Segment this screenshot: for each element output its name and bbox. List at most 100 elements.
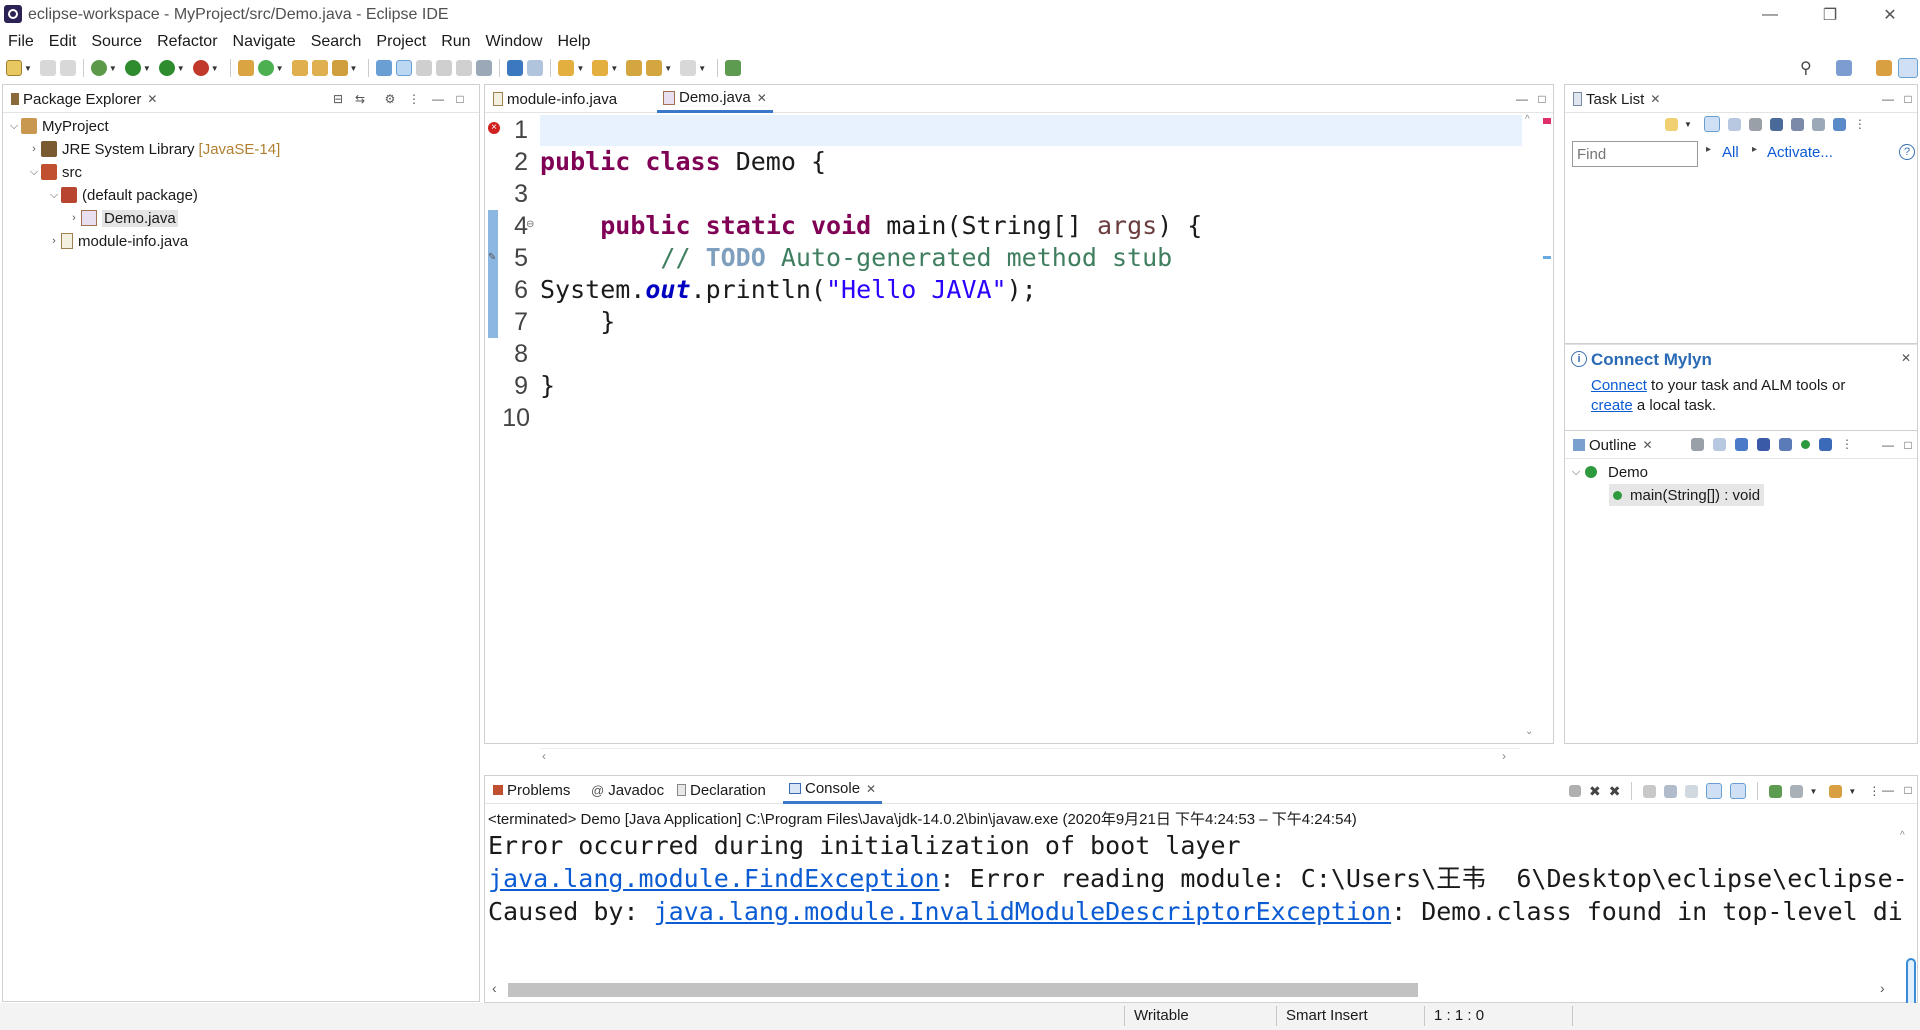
open-perspective-icon[interactable] bbox=[1836, 60, 1852, 76]
search-tool-icon[interactable] bbox=[331, 60, 348, 76]
hide-completed-icon[interactable] bbox=[1769, 117, 1783, 131]
filters-icon[interactable]: ⚙ bbox=[383, 92, 397, 106]
hide-local-types-icon[interactable] bbox=[1819, 437, 1832, 451]
sort-icon[interactable] bbox=[1713, 437, 1726, 451]
create-link[interactable]: create bbox=[1591, 397, 1633, 414]
tree-item-project[interactable]: ⌵ MyProject bbox=[7, 115, 109, 137]
external-tools-icon[interactable] bbox=[192, 60, 209, 76]
minimize-view-icon[interactable]: — bbox=[1881, 92, 1895, 106]
expanded-chevron-icon[interactable]: ⌵ bbox=[47, 189, 61, 202]
view-menu-icon[interactable]: ⋮ bbox=[407, 92, 421, 106]
external-tools-dropdown-icon[interactable]: ▼ bbox=[211, 64, 219, 73]
terminate-icon[interactable] bbox=[1569, 785, 1581, 797]
save-icon[interactable] bbox=[39, 60, 56, 76]
menu-edit[interactable]: Edit bbox=[49, 33, 77, 51]
editor-vertical-scrollbar[interactable]: ^ ⌄ bbox=[1524, 114, 1536, 738]
word-wrap-icon[interactable] bbox=[436, 60, 453, 76]
outline-method-node[interactable]: main(String[]) : void bbox=[1609, 484, 1765, 506]
next-annotation-dropdown-icon[interactable]: ▼ bbox=[576, 64, 584, 73]
activate-link[interactable]: Activate... bbox=[1767, 144, 1833, 161]
collapsed-chevron-icon[interactable]: › bbox=[27, 143, 41, 155]
menu-file[interactable]: File bbox=[8, 33, 34, 51]
word-wrap-icon[interactable] bbox=[1685, 784, 1699, 798]
next-annotation-icon[interactable] bbox=[558, 60, 575, 76]
close-tab-icon[interactable]: ✕ bbox=[757, 91, 767, 105]
maximize-view-icon[interactable]: □ bbox=[1901, 438, 1915, 452]
show-whitespace-icon[interactable] bbox=[456, 60, 473, 76]
connect-link[interactable]: Connect bbox=[1591, 377, 1647, 394]
outline-class-node[interactable]: ⌵ Demo bbox=[1569, 461, 1648, 483]
expanded-chevron-icon[interactable]: ⌵ bbox=[27, 166, 41, 179]
menu-navigate[interactable]: Navigate bbox=[233, 33, 296, 51]
tab-javadoc[interactable]: @ Javadoc bbox=[585, 776, 670, 804]
new-class-icon[interactable] bbox=[257, 60, 274, 76]
code-line-9[interactable]: } bbox=[540, 370, 555, 402]
minimize-view-icon[interactable]: — bbox=[1881, 438, 1895, 452]
debug-dropdown-icon[interactable]: ▼ bbox=[109, 64, 117, 73]
search-dropdown-icon[interactable]: ▼ bbox=[350, 64, 358, 73]
tree-item-demo-java[interactable]: › Demo.java bbox=[67, 207, 178, 229]
clear-console-icon[interactable] bbox=[1643, 784, 1657, 798]
tree-item-src[interactable]: ⌵ src bbox=[27, 161, 82, 183]
mark-occurrences-icon[interactable] bbox=[376, 60, 393, 76]
scrollbar-thumb[interactable] bbox=[508, 983, 1418, 997]
scheduled-icon[interactable] bbox=[1727, 117, 1741, 131]
close-tab-icon[interactable]: ✕ bbox=[866, 782, 876, 796]
status-insert-mode[interactable]: Smart Insert bbox=[1286, 1007, 1368, 1024]
open-task-icon[interactable] bbox=[311, 60, 328, 76]
menu-window[interactable]: Window bbox=[486, 33, 543, 51]
tab-declaration[interactable]: Declaration bbox=[671, 776, 772, 804]
open-type-icon[interactable] bbox=[291, 60, 308, 76]
overview-task-marker[interactable] bbox=[1543, 256, 1551, 259]
collapsed-chevron-icon[interactable]: › bbox=[67, 212, 81, 224]
back-dropdown-icon[interactable]: ▼ bbox=[664, 64, 672, 73]
menu-run[interactable]: Run bbox=[441, 33, 470, 51]
menu-project[interactable]: Project bbox=[376, 33, 426, 51]
status-cursor-position[interactable]: 1 : 1 : 0 bbox=[1434, 1007, 1484, 1024]
maximize-view-icon[interactable]: □ bbox=[1901, 783, 1915, 797]
tab-demo-java[interactable]: Demo.java ✕ bbox=[657, 85, 773, 113]
perspective-resource-icon[interactable] bbox=[1876, 60, 1892, 76]
close-tab-icon[interactable]: ✕ bbox=[147, 92, 157, 106]
scroll-lock-icon[interactable] bbox=[1664, 784, 1678, 798]
minimize-button[interactable]: — bbox=[1740, 0, 1800, 30]
all-filter-link[interactable]: All bbox=[1722, 144, 1739, 161]
pin-console-icon[interactable] bbox=[1769, 784, 1783, 798]
categorized-icon[interactable] bbox=[1703, 116, 1720, 132]
maximize-view-icon[interactable]: □ bbox=[453, 92, 467, 106]
code-line-6[interactable]: System.out.println("Hello JAVA"); bbox=[540, 274, 1037, 306]
close-window-button[interactable]: ✕ bbox=[1860, 0, 1920, 30]
scroll-left-icon[interactable]: ‹ bbox=[542, 749, 546, 763]
close-tab-icon[interactable]: ✕ bbox=[1650, 92, 1660, 106]
code-line-4[interactable]: public static void main(String[] args) { bbox=[540, 210, 1202, 242]
pilcrow-icon[interactable] bbox=[476, 60, 493, 76]
new-icon[interactable] bbox=[6, 60, 22, 76]
code-line-5[interactable]: // TODO Auto-generated method stub bbox=[540, 242, 1172, 274]
tab-outline[interactable]: Outline ✕ bbox=[1567, 431, 1659, 459]
code-line-2[interactable]: public class Demo { bbox=[540, 146, 826, 178]
activate-menu-arrow-icon[interactable]: ▸ bbox=[1752, 144, 1757, 155]
exception-link[interactable]: java.lang.module.FindException bbox=[488, 864, 940, 893]
overview-error-marker[interactable] bbox=[1543, 118, 1551, 124]
show-on-stdout-icon[interactable] bbox=[1706, 783, 1723, 799]
new-task-dropdown-icon[interactable]: ▼ bbox=[1684, 120, 1692, 129]
skip-breakpoints-icon[interactable] bbox=[527, 60, 544, 76]
run-dropdown-icon[interactable]: ▼ bbox=[143, 64, 151, 73]
coverage-icon[interactable] bbox=[158, 60, 175, 76]
menu-help[interactable]: Help bbox=[557, 33, 590, 51]
restore-button[interactable]: ❐ bbox=[1800, 0, 1860, 30]
open-console-icon[interactable] bbox=[1829, 784, 1843, 798]
collapse-all-icon[interactable]: ⊟ bbox=[331, 92, 345, 106]
run-icon[interactable] bbox=[124, 60, 141, 76]
remove-launch-icon[interactable]: ✖ bbox=[1589, 783, 1601, 800]
scroll-down-icon[interactable]: ⌄ bbox=[1525, 726, 1533, 737]
exception-link[interactable]: java.lang.module.InvalidModuleDescriptor… bbox=[654, 897, 1392, 926]
minimize-editor-icon[interactable]: — bbox=[1515, 92, 1529, 106]
menu-refactor[interactable]: Refactor bbox=[157, 33, 217, 51]
tab-console[interactable]: Console ✕ bbox=[783, 776, 883, 804]
tab-task-list[interactable]: Task List ✕ bbox=[1567, 85, 1666, 113]
tree-item-jre[interactable]: › JRE System Library [JavaSE-14] bbox=[27, 138, 280, 160]
scroll-right-icon[interactable]: › bbox=[1502, 749, 1506, 763]
scroll-right-icon[interactable]: › bbox=[1880, 980, 1885, 996]
minimize-view-icon[interactable]: — bbox=[431, 92, 445, 106]
